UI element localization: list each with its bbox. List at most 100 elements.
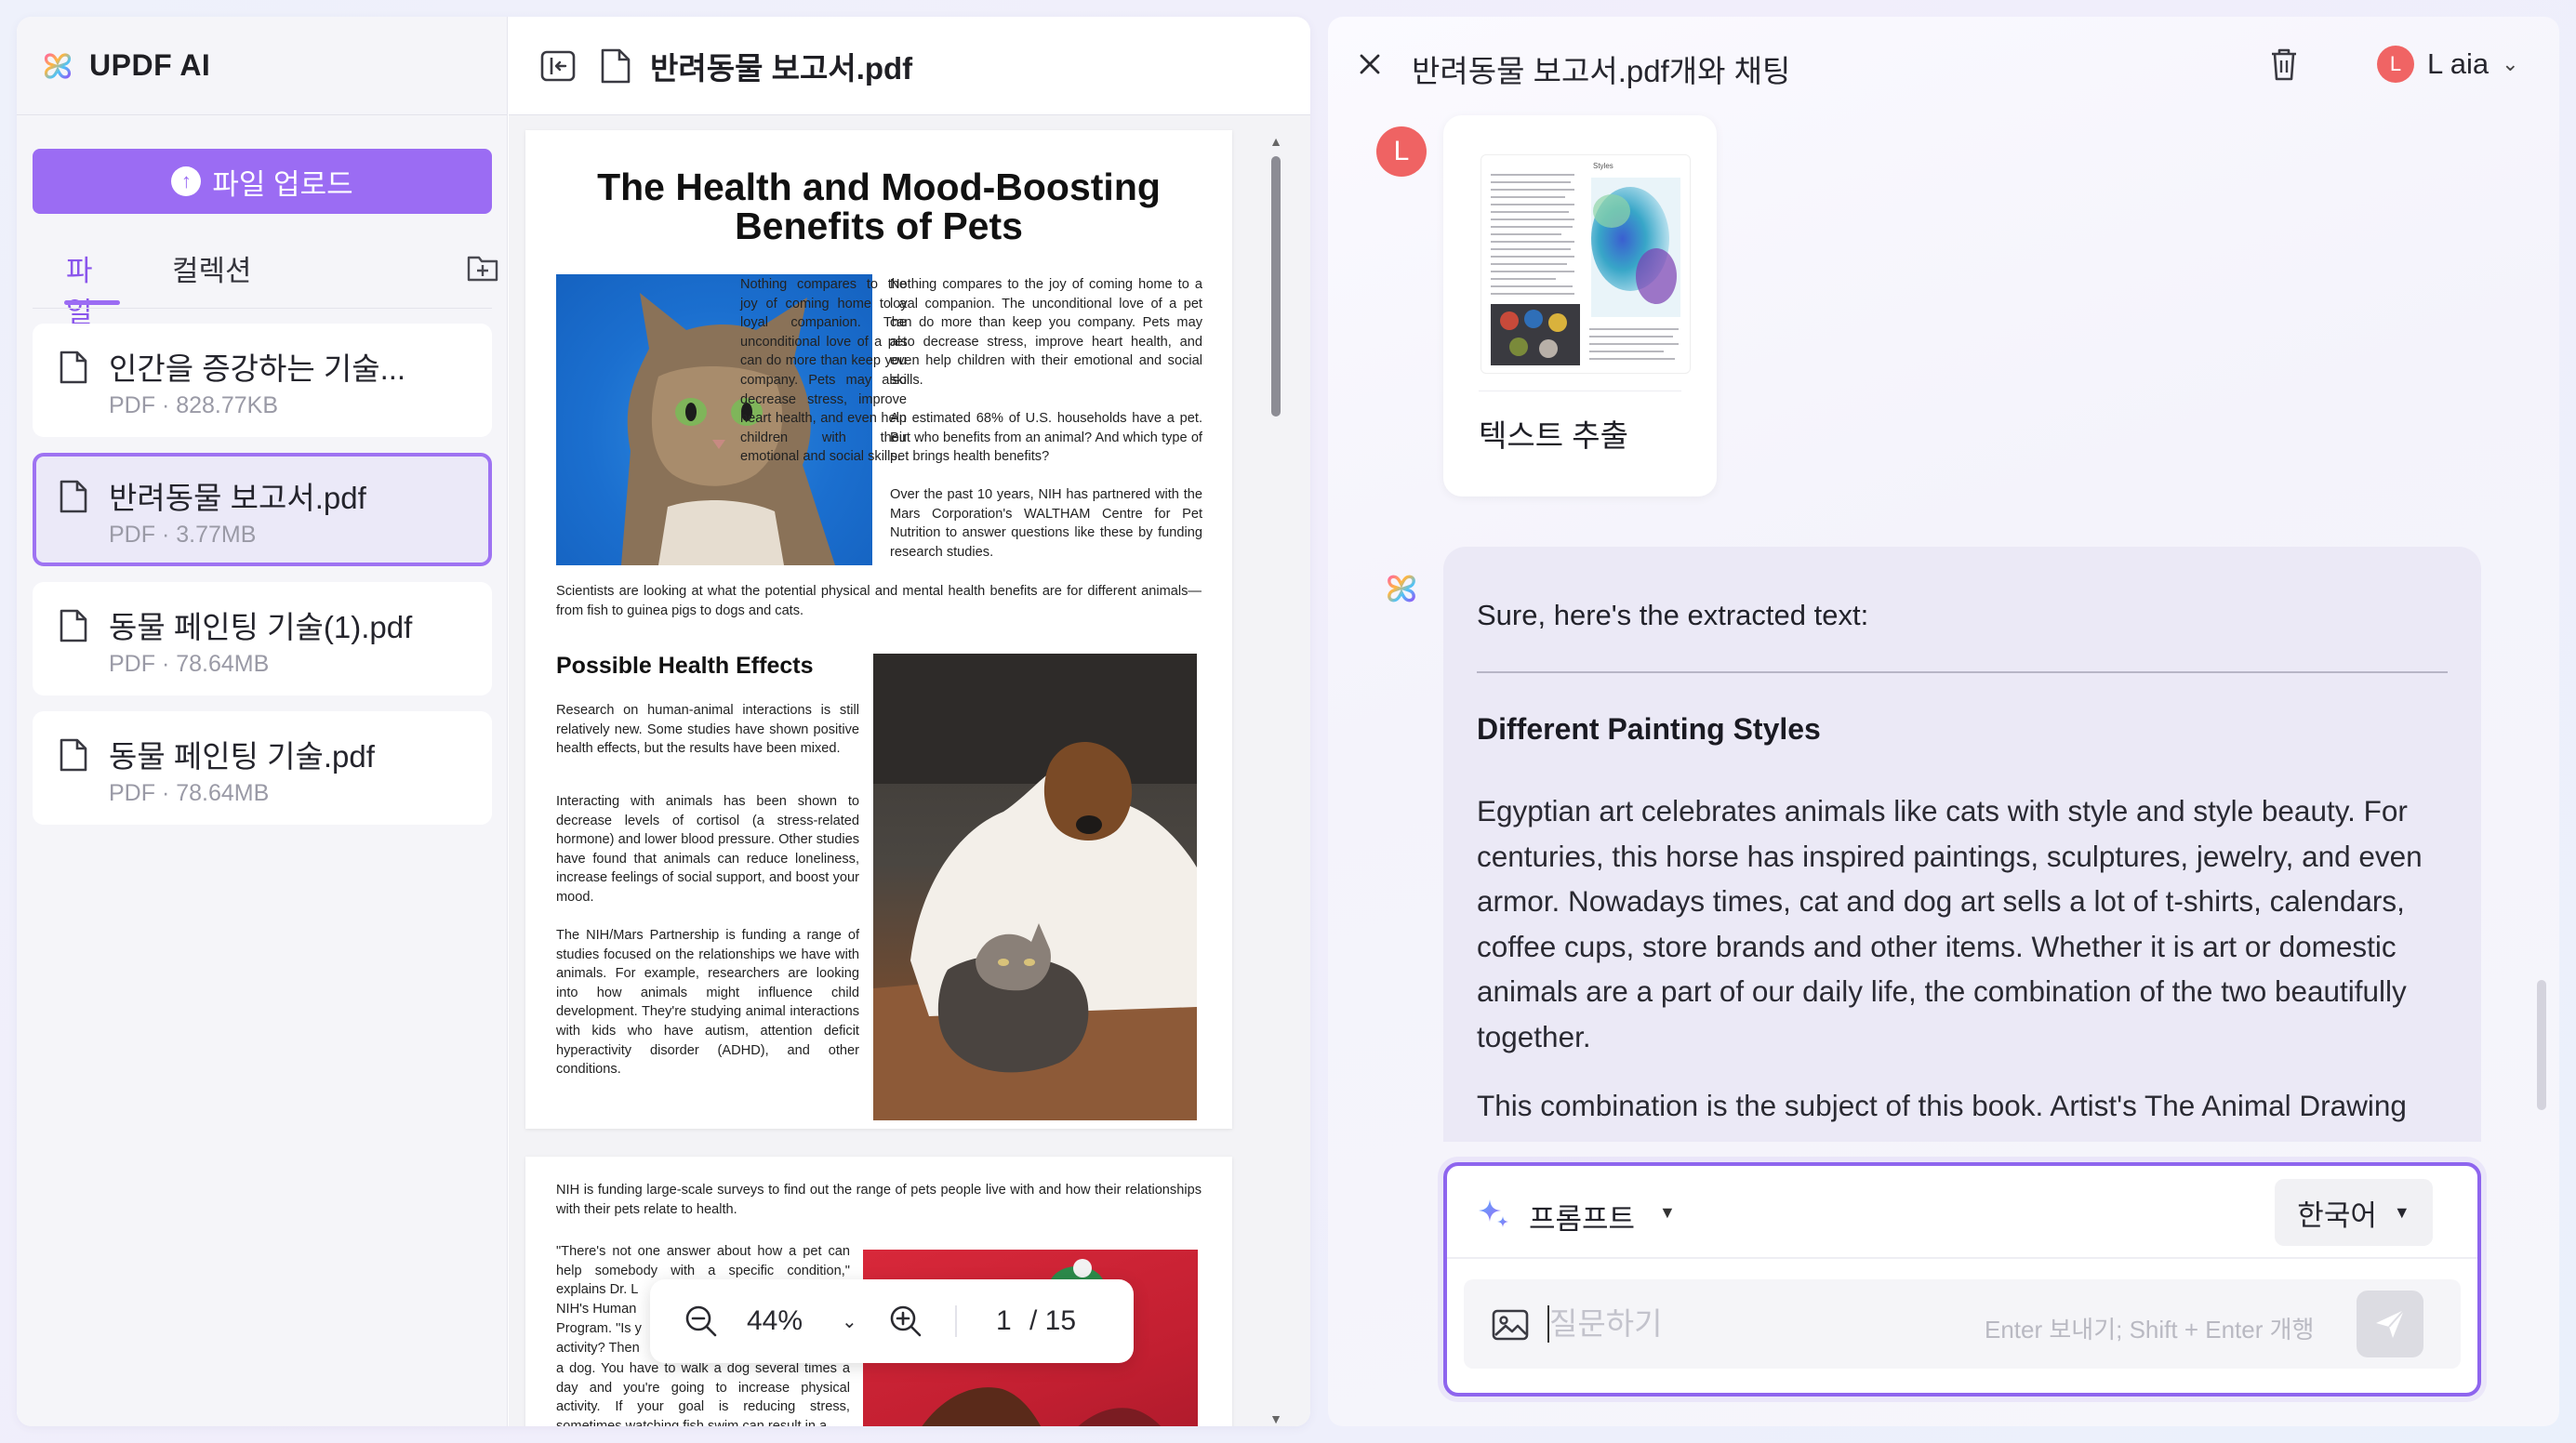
user-message-text: 텍스트 추출 [1479,418,1628,453]
user-name: L aia [2427,47,2490,80]
sidebar-header: UPDF AI [17,17,507,115]
zoom-out-icon [685,1305,717,1337]
page-paragraph: Over the past 10 years, NIH has partnere… [890,487,1202,560]
send-button[interactable] [2357,1291,2423,1357]
scroll-down-arrow-icon[interactable]: ▼ [1269,1412,1282,1425]
input-hint: Enter 보내기; Shift + Enter 개행 [1985,1316,2315,1344]
sidebar-tabs: 파일 컬렉션 [33,247,508,329]
app-window: UPDF AI ↑ 파일 업로드 파일 컬렉션 인간을 증강하는 기술... P… [17,17,1310,1426]
file-name: 동물 페인팅 기술.pdf [109,739,375,774]
question-input[interactable] [1549,1296,1940,1352]
new-folder-icon[interactable] [466,253,499,283]
user-message-card: Styles 텍스트 추출 [1443,115,1717,496]
ai-message-bubble: Sure, here's the extracted text: Differe… [1443,547,2481,1142]
zoom-out-button[interactable] [684,1279,719,1363]
chevron-down-icon: ⌄ [2502,52,2519,75]
sparkle-icon [1479,1199,1508,1227]
file-meta: PDF · 828.77KB [109,392,279,418]
viewer-scroll-thumb[interactable] [1271,156,1281,417]
page-paragraph: Nothing compares to the joy of coming ho… [890,277,1202,388]
file-meta: PDF · 78.64MB [109,780,270,806]
page-paragraph: Scientists are looking at what the poten… [556,584,1202,618]
document-icon [60,609,87,642]
section-heading: Possible Health Effects [556,653,814,679]
ai-message-paragraph: This combination is the subject of this … [1477,1089,2407,1122]
avatar: L [2377,46,2414,83]
file-item-animal-painting-1[interactable]: 동물 페인팅 기술(1).pdf PDF · 78.64MB [33,582,492,695]
chat-input-box: 프롬프트 ▼ 한국어 ▼ Enter 보내기; Shift + Enter 개행 [1443,1162,2481,1397]
document-icon [60,351,87,384]
tabs-divider [33,308,492,309]
upload-button-label: 파일 업로드 [212,167,353,201]
page-title-line-2: Benefits of Pets [735,205,1023,247]
page-paragraph: An estimated 68% of U.S. households have… [890,411,1202,465]
ai-message-heading: Different Painting Styles [1477,712,1821,746]
page-paragraph: NIH is funding large-scale surveys to fi… [556,1183,1202,1217]
zoom-in-icon [890,1305,922,1337]
page-title-line-1: The Health and Mood-Boosting [597,165,1161,208]
file-meta: PDF · 3.77MB [109,522,257,548]
collapse-sidebar-icon[interactable] [540,50,576,82]
file-list: 인간을 증강하는 기술... PDF · 828.77KB 반려동물 보고서.p… [33,324,492,841]
tab-files[interactable]: 파일 [64,247,120,329]
ai-message-paragraph: Egyptian art celebrates animals like cat… [1477,794,2423,1053]
trash-icon[interactable] [2269,46,2299,82]
user-message-avatar: L [1376,126,1427,177]
chat-title: 반려동물 보고서.pdf개와 채팅 [1412,54,1791,88]
pdf-page-1: The Health and Mood-Boosting Benefits of… [525,130,1232,1129]
page-paragraph: The NIH/Mars Partnership is funding a ra… [556,928,859,1078]
input-row: Enter 보내기; Shift + Enter 개행 [1464,1279,2461,1369]
page-paragraph: a dog. You have to walk a dog several ti… [556,1361,850,1426]
close-icon[interactable] [1356,50,1384,78]
page-paragraph: Research on human-animal interactions is… [556,703,859,757]
viewer-header: 반려동물 보고서.pdf [509,17,1310,115]
attached-page-thumbnail[interactable]: Styles [1481,154,1691,374]
chat-scrollbar[interactable] [2537,980,2546,1110]
file-item-animal-painting[interactable]: 동물 페인팅 기술.pdf PDF · 78.64MB [33,711,492,825]
document-icon [60,738,87,772]
file-name: 인간을 증강하는 기술... [109,351,406,386]
document-icon [60,480,87,513]
upload-file-button[interactable]: ↑ 파일 업로드 [33,149,492,214]
zoom-level[interactable]: 44% [747,1279,803,1363]
image-upload-icon[interactable] [1492,1309,1529,1341]
page-number-total: / 15 [1029,1305,1077,1336]
zoom-toolbar: 44% ⌄ 1 / 15 [650,1279,1134,1363]
chat-header: 반려동물 보고서.pdf개와 채팅 L L aia ⌄ [1328,17,2559,115]
send-icon [2376,1309,2405,1338]
zoom-in-button[interactable] [888,1279,923,1363]
language-label: 한국어 [2297,1198,2377,1232]
page-title: The Health and Mood-Boosting Benefits of… [563,167,1195,245]
file-name: 반려동물 보고서.pdf [109,481,366,515]
page-number-current[interactable]: 1 [996,1279,1012,1363]
dog-cat-illustration [873,654,1197,1120]
updf-logo-icon [44,52,72,79]
thumbnail-heading: Styles [1593,162,1613,170]
updf-ai-logo-icon [1388,575,1415,602]
prompt-selector[interactable]: 프롬프트 [1529,1196,1635,1238]
input-toolbar: 프롬프트 ▼ 한국어 ▼ [1447,1166,2477,1259]
brand-name: UPDF AI [89,48,211,82]
caret-down-icon[interactable]: ▼ [1659,1203,1676,1223]
upload-arrow-icon: ↑ [171,166,202,196]
file-item-pet-report[interactable]: 반려동물 보고서.pdf PDF · 3.77MB [33,453,492,566]
chat-panel: 반려동물 보고서.pdf개와 채팅 L L aia ⌄ L Styles 텍스트… [1328,17,2559,1426]
tab-collections[interactable]: 컬렉션 [172,247,252,305]
ai-message-intro: Sure, here's the extracted text: [1477,599,1869,631]
page-paragraph: Interacting with animals has been shown … [556,794,859,905]
language-selector[interactable]: 한국어 ▼ [2275,1179,2433,1246]
zoom-separator [955,1305,957,1337]
dog-and-cat-photo [873,654,1197,1120]
user-menu[interactable]: L L aia ⌄ [2377,43,2519,86]
zoom-dropdown-chevron-icon[interactable]: ⌄ [842,1279,857,1363]
page-paragraph: Nothing compares to the joy of coming ho… [740,277,907,465]
document-title: 반려동물 보고서.pdf [650,50,913,86]
document-icon [601,48,631,83]
sidebar: UPDF AI ↑ 파일 업로드 파일 컬렉션 인간을 증강하는 기술... P… [17,17,508,1426]
file-name: 동물 페인팅 기술(1).pdf [109,610,413,644]
file-item-augmenting-tech[interactable]: 인간을 증강하는 기술... PDF · 828.77KB [33,324,492,437]
scroll-up-arrow-icon[interactable]: ▲ [1269,135,1282,148]
page-paragraph: Nothing compares to the joy of coming ho… [740,275,907,467]
caret-down-icon: ▼ [2393,1202,2410,1222]
file-meta: PDF · 78.64MB [109,651,270,677]
